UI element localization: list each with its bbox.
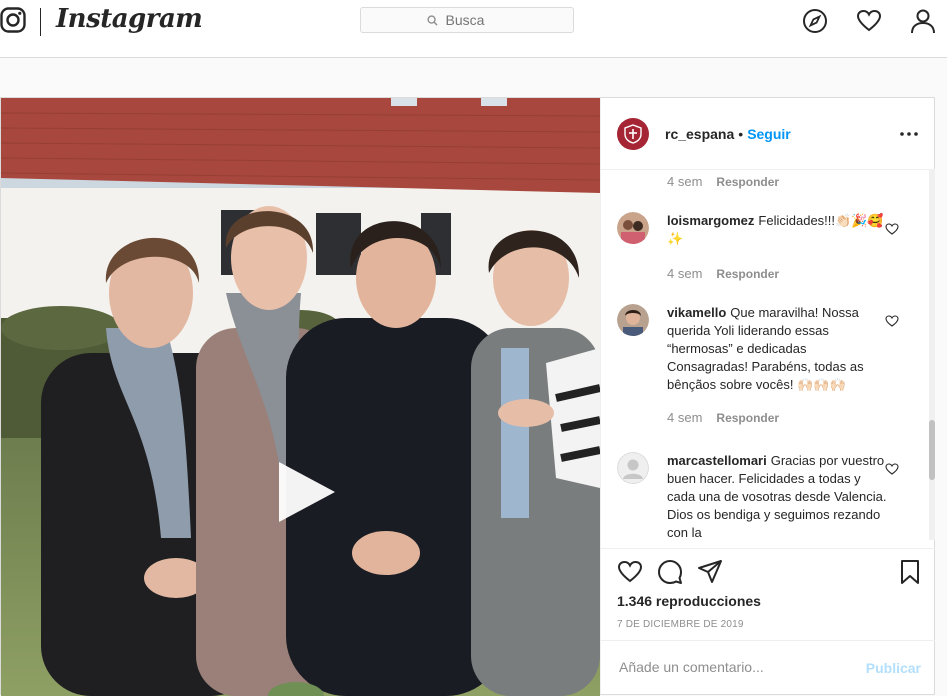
top-nav-bar: Instagram — [0, 0, 947, 58]
comment-meta: 4 sem Responder — [667, 410, 779, 425]
like-heart-icon[interactable] — [885, 222, 899, 236]
reply-button[interactable]: Responder — [716, 411, 779, 425]
play-button-icon[interactable] — [273, 460, 337, 524]
post-date[interactable]: 7 DE DICIEMBRE DE 2019 — [617, 619, 744, 630]
instagram-wordmark[interactable]: Instagram — [56, 4, 203, 34]
publish-button[interactable]: Publicar — [866, 660, 921, 676]
comment-time[interactable]: 4 sem — [667, 266, 702, 281]
add-comment-bar: Publicar — [601, 640, 935, 694]
comment-text: marcastellomari Gracias por vuestro buen … — [667, 452, 887, 542]
comment-username[interactable]: marcastellomari — [667, 453, 767, 468]
reply-button[interactable]: Responder — [716, 175, 779, 189]
comment-time[interactable]: 4 sem — [667, 410, 702, 425]
logo-separator — [40, 8, 41, 36]
video-player[interactable] — [1, 98, 600, 696]
user-icon[interactable] — [910, 8, 936, 34]
like-heart-icon[interactable] — [885, 314, 899, 328]
more-options-icon[interactable] — [897, 122, 921, 146]
search-icon — [426, 14, 438, 26]
commenter-avatar[interactable] — [617, 452, 649, 484]
post-card: rc_espana • Seguir 4 sem Responder loism… — [0, 97, 935, 696]
author-avatar[interactable] — [617, 118, 649, 150]
instagram-logo-icon[interactable] — [0, 7, 28, 35]
post-header: rc_espana • Seguir — [601, 98, 935, 170]
comment-input[interactable] — [617, 658, 861, 676]
commenter-avatar[interactable] — [617, 304, 649, 336]
list-item: vikamello Que maravilha! Nossa querida Yo… — [617, 304, 917, 434]
comment-text: loismargomez Felicidades!!!👏🏻🎉🥰✨ — [667, 212, 887, 248]
compass-icon[interactable] — [802, 8, 828, 34]
heart-icon[interactable] — [856, 8, 882, 34]
search-input[interactable] — [443, 11, 508, 29]
post-actions — [601, 548, 935, 594]
like-heart-icon[interactable] — [885, 462, 899, 476]
reply-button[interactable]: Responder — [716, 267, 779, 281]
post-header-text: rc_espana • Seguir — [665, 126, 791, 142]
video-frame — [1, 98, 600, 696]
follow-button[interactable]: Seguir — [747, 126, 791, 142]
list-item: loismargomez Felicidades!!!👏🏻🎉🥰✨ 4 sem Res… — [617, 212, 917, 282]
bookmark-icon[interactable] — [897, 559, 923, 585]
comment-text: vikamello Que maravilha! Nossa querida Yo… — [667, 304, 887, 394]
shield-cross-icon — [624, 124, 642, 144]
scrollbar-thumb[interactable] — [929, 420, 935, 480]
search-box[interactable] — [360, 7, 574, 33]
author-username[interactable]: rc_espana — [665, 126, 734, 142]
view-count[interactable]: 1.346 reproducciones — [617, 593, 761, 609]
comments-list[interactable]: 4 sem Responder loismargomez Felicidades!!… — [601, 170, 935, 548]
comment-bubble-icon[interactable] — [657, 559, 683, 585]
post-side-panel: rc_espana • Seguir 4 sem Responder loism… — [600, 98, 935, 694]
comments-scrollbar[interactable] — [929, 170, 935, 540]
share-paper-plane-icon[interactable] — [697, 559, 723, 585]
comment-meta: 4 sem Responder — [667, 174, 779, 189]
list-item: 4 sem Responder — [617, 170, 917, 190]
like-heart-icon[interactable] — [617, 559, 643, 585]
comment-time[interactable]: 4 sem — [667, 174, 702, 189]
comment-username[interactable]: vikamello — [667, 305, 726, 320]
commenter-avatar[interactable] — [617, 212, 649, 244]
comment-meta: 4 sem Responder — [667, 266, 779, 281]
header-separator: • — [738, 126, 744, 142]
comment-username[interactable]: loismargomez — [667, 213, 754, 228]
list-item: marcastellomari Gracias por vuestro buen … — [617, 452, 917, 548]
